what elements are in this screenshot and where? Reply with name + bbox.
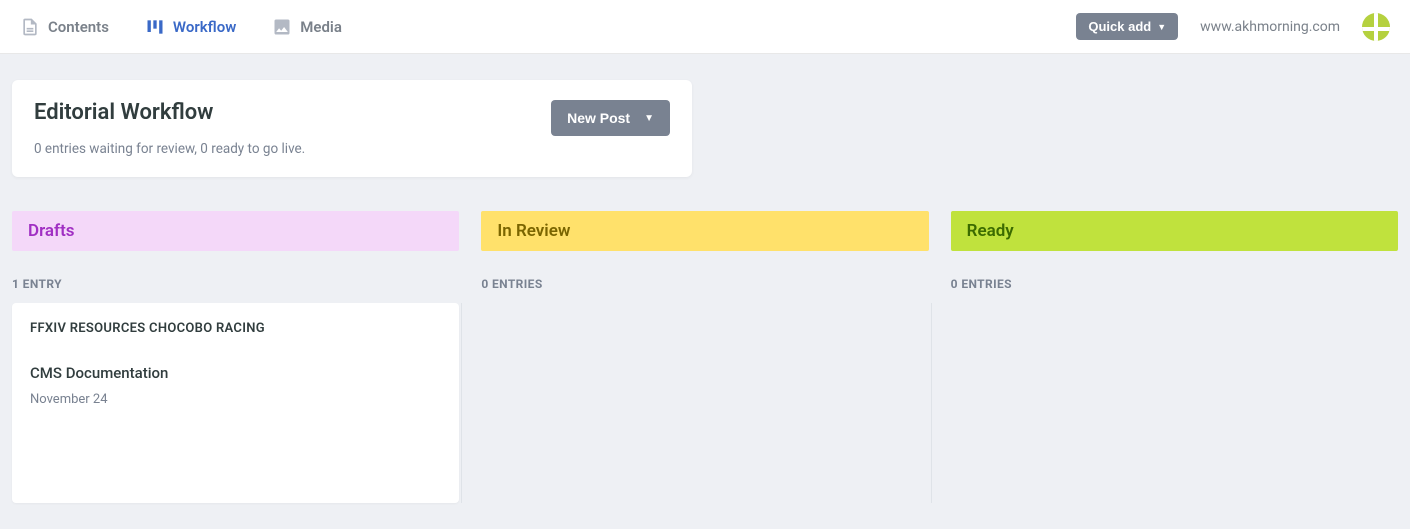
workflow-icon	[145, 17, 165, 37]
topbar-right: Quick add ▼ www.akhmorning.com	[1076, 13, 1390, 41]
new-post-label: New Post	[567, 110, 630, 126]
column-review-body	[461, 303, 928, 503]
content: Editorial Workflow 0 entries waiting for…	[0, 54, 1410, 529]
column-ready-header: Ready	[951, 211, 1398, 251]
topbar-nav: Contents Workflow Media	[20, 17, 342, 37]
nav-workflow[interactable]: Workflow	[145, 17, 236, 37]
nav-media[interactable]: Media	[272, 17, 342, 37]
page-title: Editorial Workflow	[34, 100, 305, 125]
status-text: 0 entries waiting for review, 0 ready to…	[34, 141, 305, 157]
nav-contents[interactable]: Contents	[20, 17, 109, 37]
document-icon	[20, 17, 40, 37]
column-drafts-body: FFXIV RESOURCES CHOCOBO RACING CMS Docum…	[12, 303, 459, 503]
nav-media-label: Media	[300, 18, 342, 36]
columns: Drafts 1 ENTRY FFXIV RESOURCES CHOCOBO R…	[12, 211, 1398, 503]
header-card-left: Editorial Workflow 0 entries waiting for…	[34, 100, 305, 157]
column-drafts-header: Drafts	[12, 211, 459, 251]
entry-category: FFXIV RESOURCES CHOCOBO RACING	[30, 321, 441, 336]
new-post-button[interactable]: New Post ▼	[551, 100, 670, 136]
nav-contents-label: Contents	[48, 18, 109, 36]
caret-down-icon: ▼	[644, 113, 654, 124]
column-review-count: 0 ENTRIES	[481, 277, 928, 291]
avatar[interactable]	[1362, 13, 1390, 41]
column-ready: Ready 0 ENTRIES	[951, 211, 1398, 503]
entry-card[interactable]: FFXIV RESOURCES CHOCOBO RACING CMS Docum…	[12, 303, 459, 503]
column-ready-count: 0 ENTRIES	[951, 277, 1398, 291]
quick-add-label: Quick add	[1088, 19, 1151, 34]
topbar: Contents Workflow Media Quick add ▼ www.…	[0, 0, 1410, 54]
image-icon	[272, 17, 292, 37]
quick-add-button[interactable]: Quick add ▼	[1076, 13, 1178, 40]
column-review: In Review 0 ENTRIES	[481, 211, 928, 503]
column-ready-body	[931, 303, 1398, 503]
caret-down-icon: ▼	[1157, 22, 1166, 32]
column-drafts-count: 1 ENTRY	[12, 277, 459, 291]
column-review-header: In Review	[481, 211, 928, 251]
site-url[interactable]: www.akhmorning.com	[1200, 19, 1340, 35]
entry-title: CMS Documentation	[30, 364, 441, 382]
nav-workflow-label: Workflow	[173, 18, 236, 36]
entry-date: November 24	[30, 392, 441, 407]
header-card: Editorial Workflow 0 entries waiting for…	[12, 80, 692, 177]
column-drafts: Drafts 1 ENTRY FFXIV RESOURCES CHOCOBO R…	[12, 211, 459, 503]
